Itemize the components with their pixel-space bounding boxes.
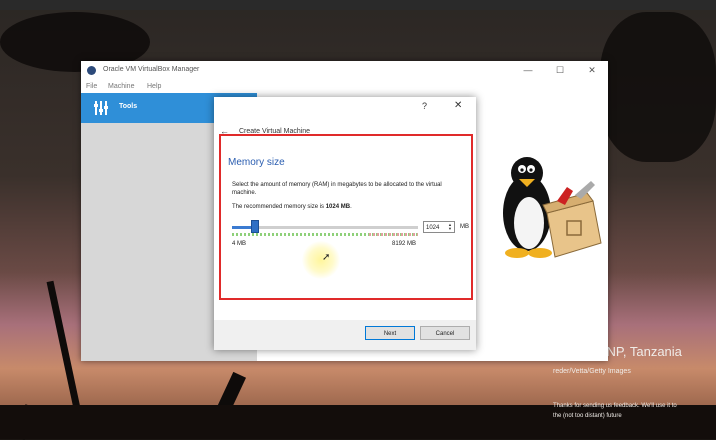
help-button[interactable]: ?: [422, 101, 427, 111]
tux-toolbox-icon: [503, 157, 602, 258]
tools-icon: [94, 101, 108, 115]
close-button[interactable]: ✕: [585, 65, 599, 76]
window-titlebar: Oracle VM VirtualBox Manager — ☐ ✕: [81, 61, 608, 81]
feedback-text: Thanks for sending us feedback. We'll us…: [553, 403, 677, 409]
cursor-highlight: [302, 241, 340, 279]
minimize-button[interactable]: —: [521, 65, 535, 75]
feedback-text: the (not too distant) future: [553, 413, 622, 419]
menu-bar: File Machine Help: [81, 81, 608, 93]
create-vm-dialog: ? ✕ ← Create Virtual Machine Memory size…: [214, 97, 476, 350]
top-bar: [0, 0, 716, 10]
highlight-annotation: [219, 134, 473, 300]
menu-machine[interactable]: Machine: [108, 83, 134, 90]
virtualbox-logo-icon: [87, 66, 96, 75]
dialog-close-button[interactable]: ✕: [454, 100, 462, 111]
next-button[interactable]: Next: [365, 326, 415, 340]
dialog-titlebar: ? ✕: [214, 97, 476, 115]
window-title: Oracle VM VirtualBox Manager: [103, 66, 200, 73]
ground-silhouette: [0, 405, 716, 439]
tree-canopy-right: [600, 12, 716, 162]
sidebar-item-label: Tools: [119, 103, 138, 110]
dialog-body: ← Create Virtual Machine Memory size Sel…: [214, 115, 476, 320]
mouse-pointer-icon: ➚: [322, 252, 331, 263]
menu-help[interactable]: Help: [147, 83, 161, 90]
menu-file[interactable]: File: [86, 83, 97, 90]
maximize-button[interactable]: ☐: [553, 65, 567, 76]
cancel-button[interactable]: Cancel: [420, 326, 470, 340]
location-caption: i NP, Tanzania: [600, 344, 682, 359]
image-credit: reder/Vetta/Getty Images: [553, 368, 631, 375]
